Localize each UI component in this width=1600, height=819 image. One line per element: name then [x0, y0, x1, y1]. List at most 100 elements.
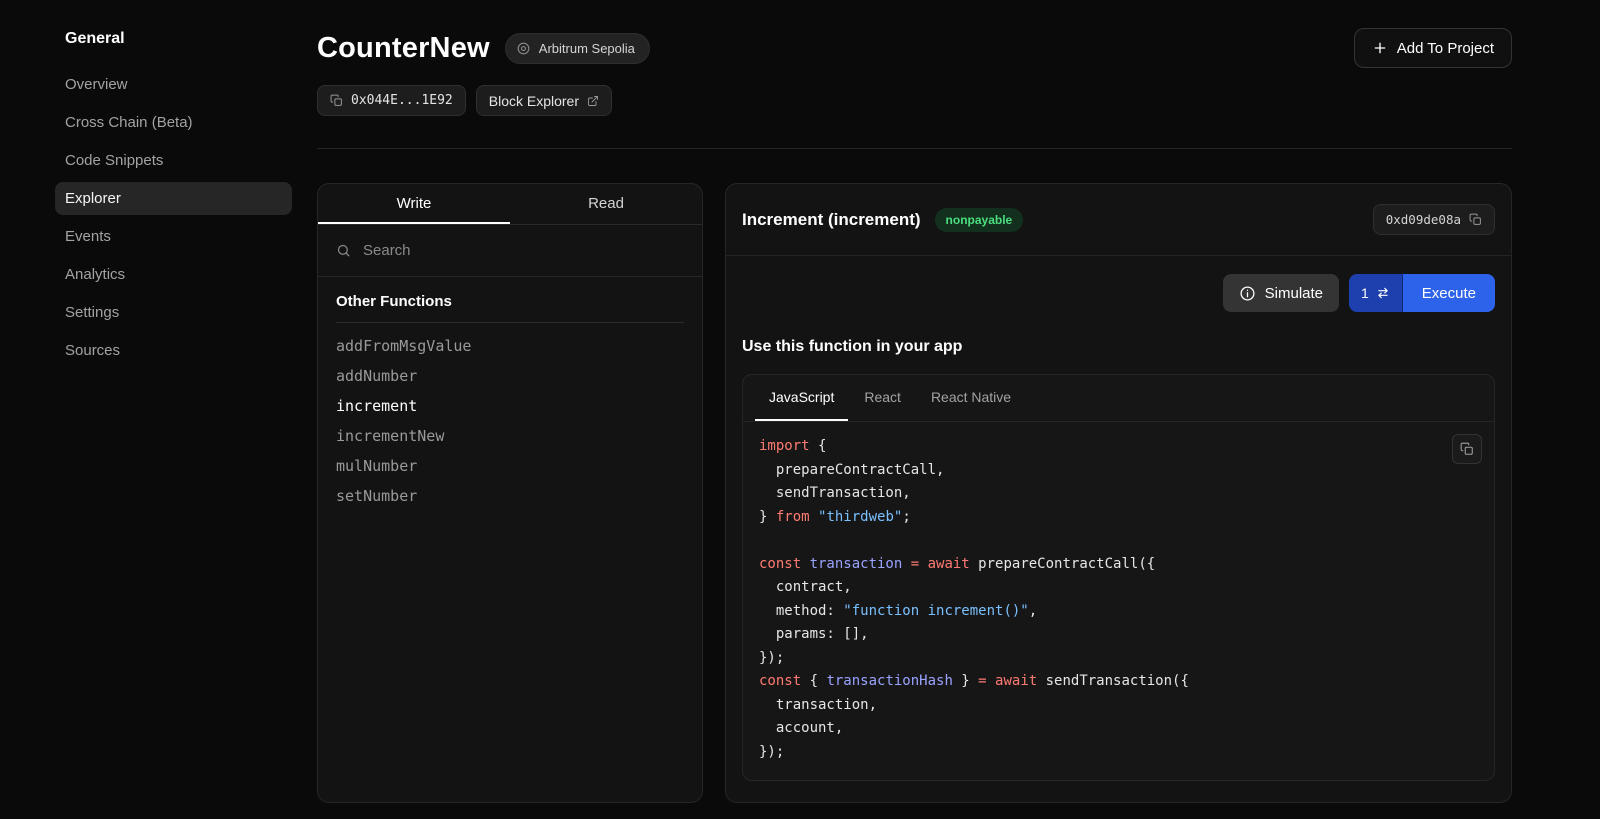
- add-to-project-button[interactable]: Add To Project: [1354, 28, 1512, 68]
- block-explorer-label: Block Explorer: [489, 93, 579, 109]
- code-token: prepareContractCall({: [978, 556, 1155, 572]
- swap-arrows-icon: [1376, 286, 1390, 300]
- sidebar-item-overview[interactable]: Overview: [55, 68, 292, 101]
- code-tab-react-native[interactable]: React Native: [917, 375, 1025, 421]
- network-icon: [516, 41, 531, 56]
- add-to-project-label: Add To Project: [1397, 40, 1494, 57]
- code-tab-react[interactable]: React: [850, 375, 915, 421]
- simulate-button[interactable]: Simulate: [1223, 274, 1339, 312]
- code-line: method: "function increment()",: [759, 600, 1478, 624]
- code-tab-javascript[interactable]: JavaScript: [755, 375, 848, 421]
- tab-write[interactable]: Write: [318, 184, 510, 224]
- code-token: account,: [759, 720, 843, 736]
- code-token: {: [810, 673, 827, 689]
- code-token: sendTransaction,: [759, 485, 911, 501]
- plus-icon: [1372, 40, 1388, 56]
- code-token: sendTransaction({: [1046, 673, 1189, 689]
- functions-panel: WriteRead Other Functions addFromMsgValu…: [317, 183, 703, 803]
- contract-address-button[interactable]: 0x044E...1E92: [317, 85, 466, 116]
- code-token: method:: [759, 603, 843, 619]
- function-item-addnumber[interactable]: addNumber: [336, 361, 684, 391]
- code-token: prepareContractCall,: [759, 462, 944, 478]
- code-token: });: [759, 650, 784, 666]
- page-header: CounterNew Arbitrum Sepolia Add To Proje…: [317, 0, 1512, 68]
- state-mutability-badge: nonpayable: [935, 208, 1024, 232]
- code-token: }: [953, 673, 978, 689]
- sidebar-nav: Overview Cross Chain (Beta) Code Snippets E…: [55, 68, 292, 367]
- code-token: const: [759, 556, 810, 572]
- header-divider: [317, 148, 1512, 149]
- sidebar-item-analytics[interactable]: Analytics: [55, 258, 292, 291]
- function-detail-panel: Increment (increment) nonpayable 0xd09de…: [725, 183, 1512, 803]
- copy-icon: [1460, 442, 1474, 456]
- function-item-incrementnew[interactable]: incrementNew: [336, 421, 684, 451]
- code-token: transactionHash: [826, 673, 952, 689]
- sidebar: General Overview Cross Chain (Beta) Code S…: [0, 0, 300, 372]
- simulate-label: Simulate: [1265, 285, 1323, 302]
- function-tabs: WriteRead: [318, 184, 702, 225]
- code-line: transaction,: [759, 694, 1478, 718]
- search-bar: [318, 225, 702, 277]
- code-area: import { prepareContractCall, sendTransa…: [743, 422, 1494, 780]
- code-token: transaction,: [759, 697, 877, 713]
- tab-read[interactable]: Read: [510, 184, 702, 224]
- code-token: contract,: [759, 579, 852, 595]
- functions-section-title: Other Functions: [336, 293, 684, 323]
- contract-meta-row: 0x044E...1E92 Block Explorer: [317, 85, 1512, 116]
- code-token: = await: [911, 556, 978, 572]
- execute-button-group: 1 Execute: [1349, 274, 1495, 312]
- function-selector-button[interactable]: 0xd09de08a: [1373, 204, 1495, 235]
- code-line: });: [759, 647, 1478, 671]
- function-title: Increment (increment): [742, 210, 921, 230]
- function-item-addfrommsgvalue[interactable]: addFromMsgValue: [336, 331, 684, 361]
- info-icon: [1239, 285, 1256, 302]
- code-token: const: [759, 673, 810, 689]
- code-token: from: [776, 509, 818, 525]
- code-card: JavaScriptReactReact Native import { pre…: [742, 374, 1495, 781]
- code-token: = await: [978, 673, 1045, 689]
- function-selector: 0xd09de08a: [1386, 212, 1461, 227]
- code-line: contract,: [759, 576, 1478, 600]
- search-input[interactable]: [361, 241, 684, 260]
- block-explorer-button[interactable]: Block Explorer: [476, 85, 612, 116]
- function-list: addFromMsgValueaddNumberincrementincreme…: [336, 331, 684, 511]
- network-badge[interactable]: Arbitrum Sepolia: [505, 33, 650, 64]
- sidebar-item-sources[interactable]: Sources: [55, 334, 292, 367]
- network-badge-label: Arbitrum Sepolia: [539, 41, 635, 56]
- page-title: CounterNew: [317, 32, 490, 65]
- code-token: params: [],: [759, 626, 869, 642]
- code-token: }: [759, 509, 776, 525]
- code-line: sendTransaction,: [759, 482, 1478, 506]
- contract-address: 0x044E...1E92: [351, 93, 453, 108]
- code-token: "function increment()": [843, 603, 1028, 619]
- execute-count: 1: [1361, 285, 1369, 301]
- search-icon: [336, 243, 351, 258]
- function-item-increment[interactable]: increment: [336, 391, 684, 421]
- code-copy-button[interactable]: [1452, 434, 1482, 464]
- code-line: const transaction = await prepareContrac…: [759, 553, 1478, 577]
- code-token: {: [818, 438, 826, 454]
- copy-icon: [1469, 213, 1482, 226]
- function-item-setnumber[interactable]: setNumber: [336, 481, 684, 511]
- sidebar-item-cross-chain-beta[interactable]: Cross Chain (Beta): [55, 106, 292, 139]
- execute-button[interactable]: Execute: [1403, 274, 1495, 312]
- sidebar-item-code-snippets[interactable]: Code Snippets: [55, 144, 292, 177]
- sidebar-item-events[interactable]: Events: [55, 220, 292, 253]
- sidebar-header: General: [55, 30, 292, 48]
- execute-count-button[interactable]: 1: [1349, 274, 1403, 312]
- explorer-panels: WriteRead Other Functions addFromMsgValu…: [317, 183, 1512, 803]
- code-line: account,: [759, 717, 1478, 741]
- copy-icon: [330, 94, 343, 107]
- functions-content: Other Functions addFromMsgValueaddNumber…: [318, 277, 702, 527]
- external-link-icon: [587, 95, 599, 107]
- usage-title: Use this function in your app: [726, 312, 1511, 356]
- code-line: });: [759, 741, 1478, 765]
- code-token: "thirdweb": [818, 509, 902, 525]
- code-line: import {: [759, 435, 1478, 459]
- code-token: ,: [1029, 603, 1037, 619]
- code-token: import: [759, 438, 818, 454]
- sidebar-item-settings[interactable]: Settings: [55, 296, 292, 329]
- sidebar-item-explorer[interactable]: Explorer: [55, 182, 292, 215]
- code-token: });: [759, 744, 784, 760]
- function-item-mulnumber[interactable]: mulNumber: [336, 451, 684, 481]
